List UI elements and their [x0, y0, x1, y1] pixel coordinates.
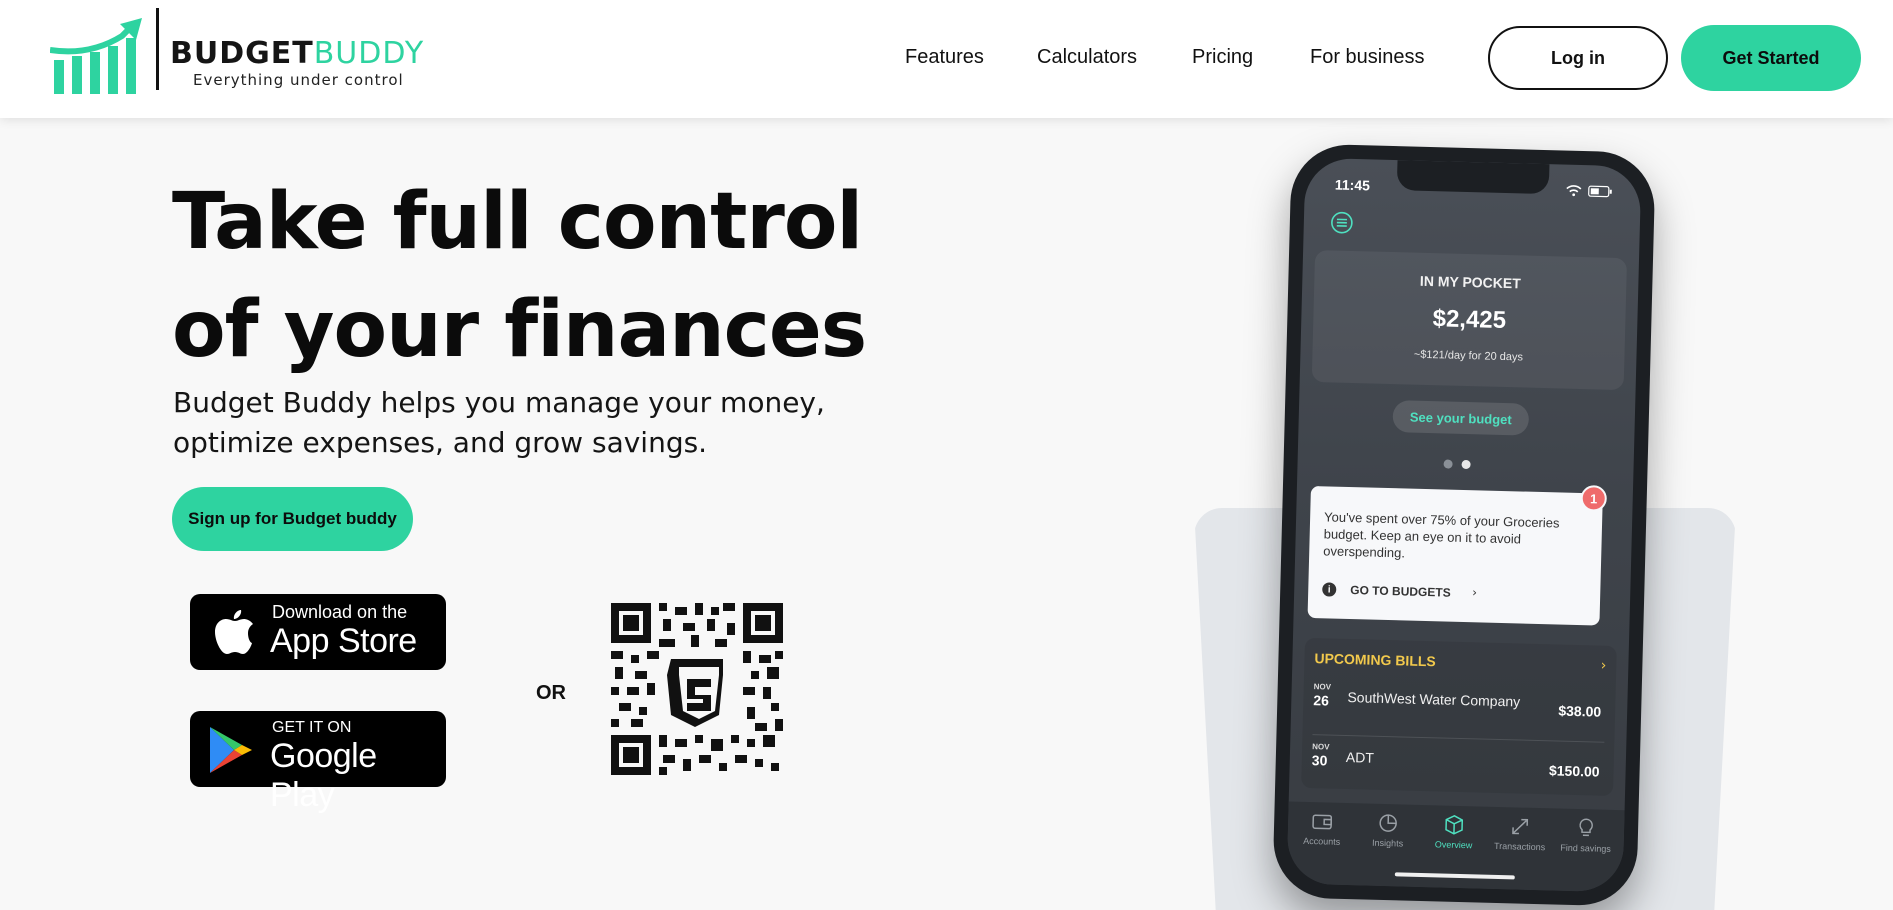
app-tab-bar: Accounts Insights Overview Transactions … — [1286, 801, 1625, 893]
budget-alert-card: 1 You've spent over 75% of your Grocerie… — [1307, 485, 1608, 626]
apple-icon — [215, 610, 253, 654]
get-started-button[interactable]: Get Started — [1681, 25, 1861, 91]
bill-row[interactable]: NOV 30 ADT $150.00 — [1311, 742, 1604, 796]
app-store-small-text: Download on the — [272, 602, 408, 622]
nav-for-business[interactable]: For business — [1310, 46, 1425, 69]
alert-badge: 1 — [1580, 485, 1608, 512]
phone-mockup: 11:45 IN MY POCKET $2,425 ~$121/day for … — [1272, 143, 1656, 907]
brand-wordmark: BUDGETBUDDY — [170, 36, 424, 71]
bill-month: NOV — [1313, 682, 1332, 692]
growth-chart-logo-icon — [50, 18, 142, 94]
pocket-amount: $2,425 — [1432, 305, 1507, 335]
carousel-dots — [1443, 459, 1483, 470]
tab-label: Transactions — [1493, 840, 1546, 853]
hero-title-line2: of your finances — [172, 285, 867, 375]
tab-label: Accounts — [1303, 835, 1341, 847]
lightbulb-icon — [1579, 818, 1593, 837]
brand-name-part1: BUDGET — [170, 36, 314, 71]
tab-transactions[interactable]: Transactions — [1487, 815, 1552, 853]
qr-code — [611, 603, 783, 775]
bill-day: 30 — [1311, 752, 1328, 769]
nav-pricing[interactable]: Pricing — [1192, 46, 1253, 69]
bill-amount: $150.00 — [1548, 762, 1600, 780]
phone-notch — [1396, 160, 1550, 195]
google-play-button[interactable]: GET IT ON Google Play — [190, 711, 446, 814]
phone-screen: 11:45 IN MY POCKET $2,425 ~$121/day for … — [1286, 157, 1642, 893]
hero-subtitle: Budget Buddy helps you manage your money… — [173, 383, 833, 463]
brand-tagline: Everything under control — [193, 71, 404, 89]
arrows-icon — [1512, 818, 1529, 835]
bills-title: UPCOMING BILLS — [1314, 650, 1436, 670]
google-play-big-text: Google Play — [270, 737, 377, 814]
hero-title-line1: Take full control — [172, 177, 863, 267]
carousel-dot[interactable] — [1443, 459, 1453, 469]
bill-month: NOV — [1312, 742, 1330, 752]
bill-row[interactable]: NOV 26 SouthWest Water Company $38.00 — [1313, 682, 1606, 736]
pocket-title: IN MY POCKET — [1419, 272, 1521, 292]
nav-features[interactable]: Features — [905, 46, 984, 69]
brand-logo[interactable]: BUDGETBUDDY Everything under control — [50, 8, 430, 94]
nav-calculators[interactable]: Calculators — [1037, 46, 1137, 69]
bill-divider — [1312, 734, 1605, 743]
google-play-small-text: GET IT ON — [272, 719, 352, 736]
bill-name: SouthWest Water Company — [1347, 689, 1521, 710]
bill-day: 26 — [1313, 692, 1330, 709]
hero-subtitle-line2: optimize expenses, and grow savings. — [173, 426, 708, 459]
go-to-budgets-link[interactable]: i GO TO BUDGETS › — [1322, 582, 1522, 603]
tab-label: Overview — [1434, 839, 1473, 851]
see-budget-button[interactable]: See your budget — [1392, 400, 1530, 436]
brand-name-part2: BUDDY — [313, 36, 425, 71]
status-icons — [1566, 185, 1612, 198]
chevron-right-icon: › — [1472, 585, 1478, 600]
tab-overview[interactable]: Overview — [1422, 813, 1487, 851]
cube-icon — [1445, 815, 1464, 835]
info-icon: i — [1322, 582, 1337, 597]
signup-button[interactable]: Sign up for Budget buddy — [172, 487, 413, 551]
wallet-icon — [1312, 814, 1333, 830]
site-header: BUDGETBUDDY Everything under control Fea… — [0, 0, 1893, 118]
tab-find-savings[interactable]: Find savings — [1553, 816, 1618, 854]
alert-text: You've spent over 75% of your Groceries … — [1323, 509, 1560, 561]
menu-icon[interactable] — [1330, 210, 1355, 235]
hero-subtitle-line1: Budget Buddy helps you manage your money… — [173, 386, 825, 419]
chevron-right-icon[interactable]: › — [1601, 658, 1607, 674]
status-time: 11:45 — [1334, 176, 1371, 194]
or-separator: OR — [536, 682, 566, 704]
app-store-big-text: App Store — [270, 622, 417, 660]
pocket-daily: ~$121/day for 20 days — [1413, 348, 1524, 364]
login-button[interactable]: Log in — [1488, 26, 1668, 90]
hero-title: Take full control of your finances — [172, 168, 892, 384]
bill-name: ADT — [1345, 748, 1375, 766]
logo-divider — [156, 8, 159, 90]
go-to-budgets-label: GO TO BUDGETS — [1350, 583, 1451, 600]
carousel-dot-active[interactable] — [1461, 459, 1471, 470]
tab-label: Insights — [1372, 837, 1404, 849]
app-store-button[interactable]: Download on the App Store — [190, 594, 446, 670]
pie-chart-icon — [1379, 814, 1397, 832]
pocket-card: IN MY POCKET $2,425 ~$121/day for 20 day… — [1311, 250, 1628, 391]
tab-insights[interactable]: Insights — [1356, 811, 1421, 849]
bill-amount: $38.00 — [1558, 702, 1602, 720]
tab-label: Find savings — [1560, 842, 1611, 854]
google-play-icon — [210, 727, 252, 773]
tab-accounts[interactable]: Accounts — [1290, 810, 1355, 848]
upcoming-bills: UPCOMING BILLS › NOV 26 SouthWest Water … — [1301, 637, 1617, 796]
